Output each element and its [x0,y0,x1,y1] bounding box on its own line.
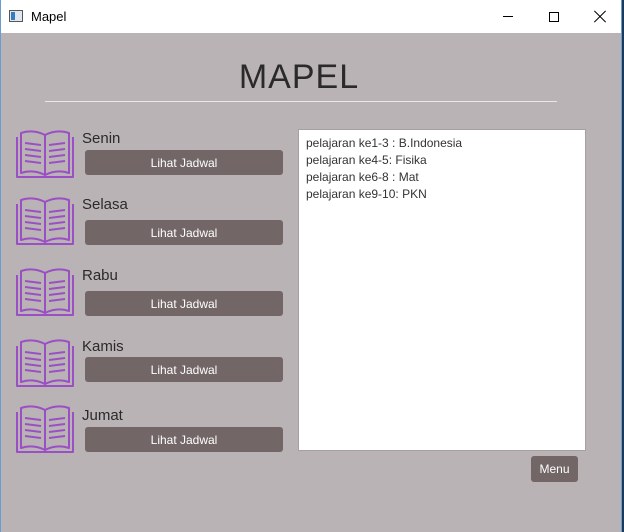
title-bar: Mapel [1,0,621,33]
day-label: Jumat [82,407,123,424]
lihat-jadwal-kamis-button[interactable]: Lihat Jadwal [85,357,283,382]
lihat-jadwal-jumat-button[interactable]: Lihat Jadwal [85,427,283,452]
close-button[interactable] [577,0,623,33]
book-icon [16,268,74,316]
maximize-button[interactable] [531,0,577,33]
schedule-line: pelajaran ke4-5: Fisika [306,153,427,167]
schedule-line: pelajaran ke6-8 : Mat [306,170,419,184]
day-row-kamis: Kamis Lihat Jadwal [1,336,291,396]
lihat-jadwal-rabu-button[interactable]: Lihat Jadwal [85,291,283,316]
day-row-selasa: Selasa Lihat Jadwal [1,194,291,254]
minimize-icon [503,16,513,17]
schedule-line: pelajaran ke1-3 : B.Indonesia [306,136,463,150]
app-icon [9,10,23,22]
title-divider [45,101,557,102]
minimize-button[interactable] [485,0,531,33]
book-icon [16,405,74,453]
day-row-jumat: Jumat Lihat Jadwal [1,402,291,462]
book-icon [16,197,74,245]
book-icon [16,339,74,387]
day-label: Selasa [82,196,128,213]
lihat-jadwal-senin-button[interactable]: Lihat Jadwal [85,150,283,175]
book-icon [16,130,74,178]
page-title: MAPEL [238,58,360,96]
schedule-textarea[interactable]: pelajaran ke1-3 : B.Indonesia pelajaran … [298,129,586,451]
close-icon [594,11,606,23]
window-title: Mapel [31,9,67,24]
app-window: Mapel MAPEL Senin Lihat Jadwal Selasa Li… [0,0,622,532]
lihat-jadwal-selasa-button[interactable]: Lihat Jadwal [85,220,283,245]
menu-button[interactable]: Menu [531,456,578,482]
maximize-icon [549,11,559,22]
day-label: Rabu [82,267,118,284]
schedule-line: pelajaran ke9-10: PKN [306,187,427,201]
day-label: Senin [82,130,121,147]
day-label: Kamis [82,338,124,355]
day-row-rabu: Rabu Lihat Jadwal [1,265,291,325]
day-row-senin: Senin Lihat Jadwal [1,127,291,187]
